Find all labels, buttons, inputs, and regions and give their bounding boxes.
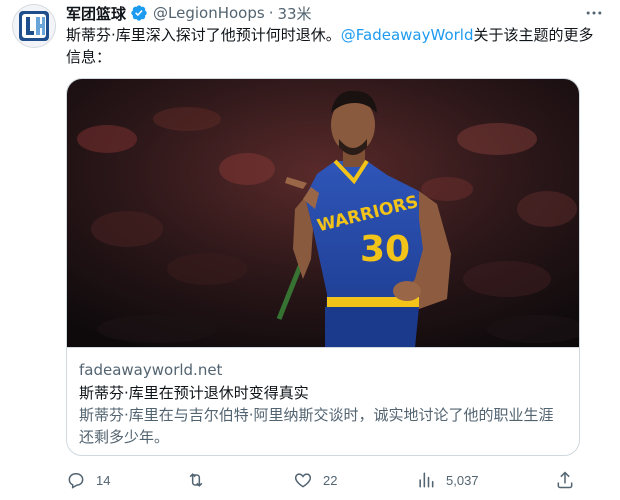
tweet-actions: 14 22 5,037 <box>66 468 586 492</box>
reply-button[interactable]: 14 <box>66 468 110 492</box>
like-button[interactable]: 22 <box>293 468 337 492</box>
card-title[interactable]: 斯蒂芬·库里在预计退休时变得真实 <box>79 382 567 404</box>
user-handle[interactable]: @LegionHoops <box>153 4 265 22</box>
verified-badge-icon <box>130 4 148 22</box>
card-image[interactable]: WARRIORS 30 <box>67 79 579 347</box>
share-button[interactable] <box>555 468 575 492</box>
timestamp[interactable]: 33米 <box>277 3 311 24</box>
like-count: 22 <box>323 472 338 488</box>
tweet[interactable]: 军团篮球 @LegionHoops · 33米 斯蒂芬·库里深入探讨了他预计何时… <box>0 0 620 500</box>
tweet-text: 斯蒂芬·库里深入探讨了他预计何时退休。@FadeawayWorld关于该主题的更… <box>66 24 606 68</box>
legion-hoops-logo-icon <box>19 11 49 41</box>
tweet-header: 军团篮球 @LegionHoops · 33米 <box>66 2 604 24</box>
retweet-button[interactable] <box>186 468 216 492</box>
reply-count: 14 <box>96 472 111 488</box>
card-meta[interactable]: fadeawayworld.net 斯蒂芬·库里在预计退休时变得真实 斯蒂芬·库… <box>67 347 579 455</box>
reply-icon <box>68 473 84 489</box>
avatar[interactable] <box>12 4 56 48</box>
views-button[interactable]: 5,037 <box>416 468 479 492</box>
mention-link[interactable]: @FadeawayWorld <box>341 26 474 44</box>
tweet-text-part: 斯蒂芬·库里深入探讨了他预计何时退休。 <box>66 26 341 44</box>
retweet-icon <box>189 473 203 487</box>
views-count: 5,037 <box>446 472 479 488</box>
card-description: 斯蒂芬·库里在与吉尔伯特·阿里纳斯交谈时，诚实地讨论了他的职业生涯还剩多少年。 <box>79 406 554 446</box>
card-domain: fadeawayworld.net <box>79 361 223 379</box>
views-icon <box>419 472 434 488</box>
like-icon <box>294 473 312 488</box>
share-icon <box>557 471 573 489</box>
link-card[interactable]: WARRIORS 30 fadeawayworld.net 斯蒂芬·库里在预计退… <box>66 78 580 456</box>
jersey-number: 30 <box>360 229 410 270</box>
display-name[interactable]: 军团篮球 <box>66 3 126 24</box>
separator-dot: · <box>268 4 274 22</box>
